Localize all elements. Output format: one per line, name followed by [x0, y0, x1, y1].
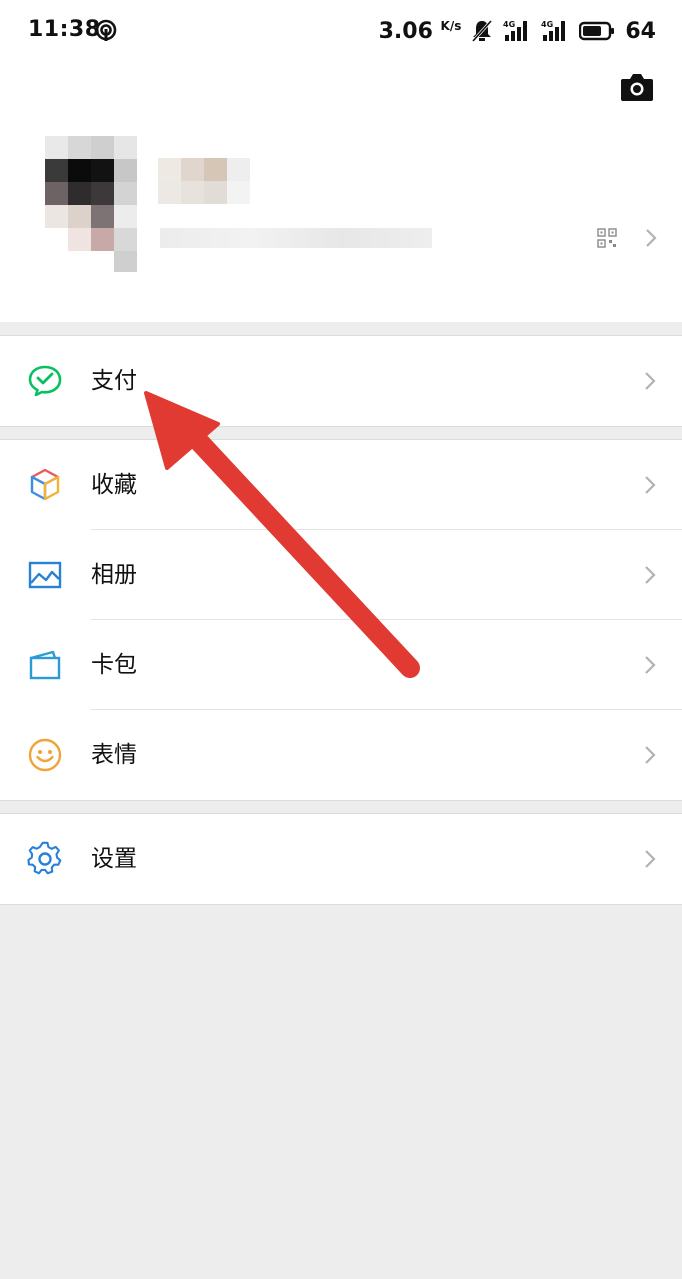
status-time: 11:38: [28, 17, 101, 42]
signal-4g-icon: 4G: [503, 20, 528, 41]
chevron-right-icon: [645, 566, 656, 584]
chevron-right-icon: [645, 850, 656, 868]
menu-label-settings: 设置: [91, 846, 137, 872]
menu-label-cards: 卡包: [91, 652, 137, 678]
card-wallet-icon: [29, 650, 61, 680]
menu-item-favorites[interactable]: 收藏: [0, 440, 682, 530]
chevron-right-icon: [645, 746, 656, 764]
chevron-right-icon: [645, 372, 656, 390]
nickname-blurred: [158, 158, 250, 204]
pay-group: 支付: [0, 335, 682, 427]
settings-group: 设置: [0, 813, 682, 905]
avatar[interactable]: [45, 136, 137, 272]
wechat-id-blurred: [160, 228, 432, 248]
album-icon: [28, 561, 62, 589]
profile-header[interactable]: [0, 62, 682, 322]
menu-label-favorites: 收藏: [91, 472, 137, 498]
menu-item-settings[interactable]: 设置: [0, 814, 682, 904]
camera-icon[interactable]: [620, 72, 654, 102]
qr-code-icon[interactable]: [597, 228, 617, 248]
main-menu-group: 收藏 相册 卡包 表情: [0, 439, 682, 801]
status-bar: 11:38 3.06 K/s 4G 4G 64: [0, 0, 682, 62]
menu-item-cards[interactable]: 卡包: [0, 620, 682, 710]
bell-muted-icon: [472, 19, 493, 43]
gear-icon: [27, 841, 62, 875]
network-speed: 3.06 K/s: [378, 18, 462, 44]
menu-item-pay[interactable]: 支付: [0, 336, 682, 426]
menu-label-stickers: 表情: [91, 742, 137, 768]
wechat-pay-icon: [28, 365, 62, 397]
chevron-right-icon: [646, 229, 657, 247]
menu-item-album[interactable]: 相册: [0, 530, 682, 620]
svg-text:4G: 4G: [541, 20, 553, 29]
hotspot-icon: [95, 19, 117, 41]
battery-level: 64: [625, 18, 656, 44]
favorites-cube-icon: [30, 468, 60, 501]
chevron-right-icon: [645, 476, 656, 494]
menu-label-pay: 支付: [91, 368, 137, 394]
smiley-icon: [28, 738, 62, 772]
menu-label-album: 相册: [91, 562, 137, 588]
chevron-right-icon: [645, 656, 656, 674]
signal-4g-icon-2: 4G: [541, 20, 566, 41]
menu-item-stickers[interactable]: 表情: [0, 710, 682, 800]
battery-icon: [579, 21, 615, 41]
svg-text:4G: 4G: [503, 20, 515, 29]
